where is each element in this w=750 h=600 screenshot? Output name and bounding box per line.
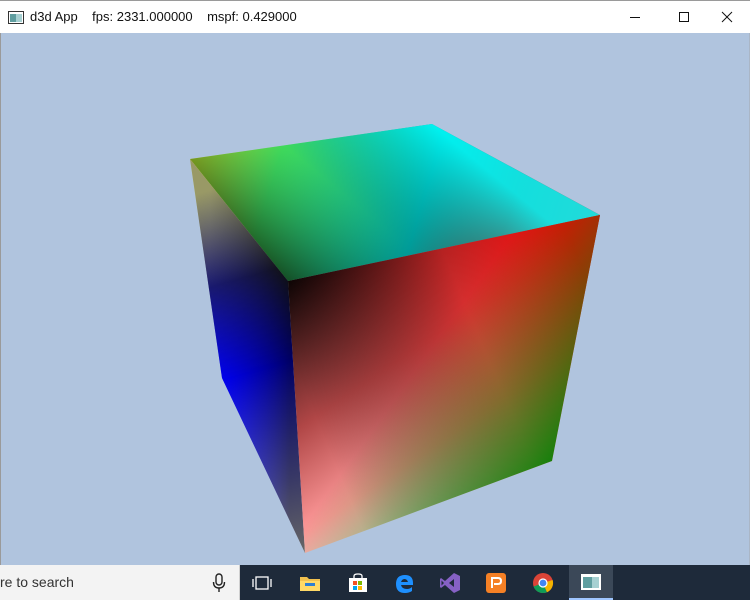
rotating-cube xyxy=(190,124,600,553)
d3d-app-icon xyxy=(581,573,601,590)
close-button[interactable] xyxy=(704,1,750,33)
taskbar: re to search xyxy=(0,565,750,600)
search-placeholder: re to search xyxy=(0,574,74,590)
taskbar-edge[interactable] xyxy=(382,565,426,600)
window-title: d3d App fps: 2331.000000 mspf: 0.429000 xyxy=(30,9,297,24)
maximize-icon xyxy=(679,12,689,22)
minimize-button[interactable] xyxy=(612,1,658,33)
edge-icon xyxy=(396,574,413,593)
close-icon xyxy=(721,11,733,23)
render-viewport[interactable] xyxy=(0,33,750,565)
file-explorer-icon xyxy=(300,576,320,591)
visual-studio-icon xyxy=(440,572,460,593)
taskbar-search-box[interactable]: re to search xyxy=(0,565,240,600)
taskbar-chrome[interactable] xyxy=(521,565,565,600)
taskbar-visual-studio[interactable] xyxy=(428,565,472,600)
task-view-button[interactable] xyxy=(240,565,284,600)
office-icon xyxy=(486,572,506,593)
chrome-icon xyxy=(533,572,554,593)
title-bar[interactable]: d3d App fps: 2331.000000 mspf: 0.429000 xyxy=(0,0,750,33)
maximize-button[interactable] xyxy=(661,1,707,33)
taskbar-office[interactable] xyxy=(474,565,518,600)
microphone-icon[interactable] xyxy=(211,573,227,593)
app-window-icon xyxy=(8,11,24,24)
taskbar-file-explorer[interactable] xyxy=(288,565,332,600)
minimize-icon xyxy=(630,17,640,18)
store-icon xyxy=(349,572,367,592)
taskbar-d3d-app[interactable] xyxy=(569,565,613,600)
taskbar-store[interactable] xyxy=(336,565,380,600)
task-view-icon xyxy=(252,575,272,590)
